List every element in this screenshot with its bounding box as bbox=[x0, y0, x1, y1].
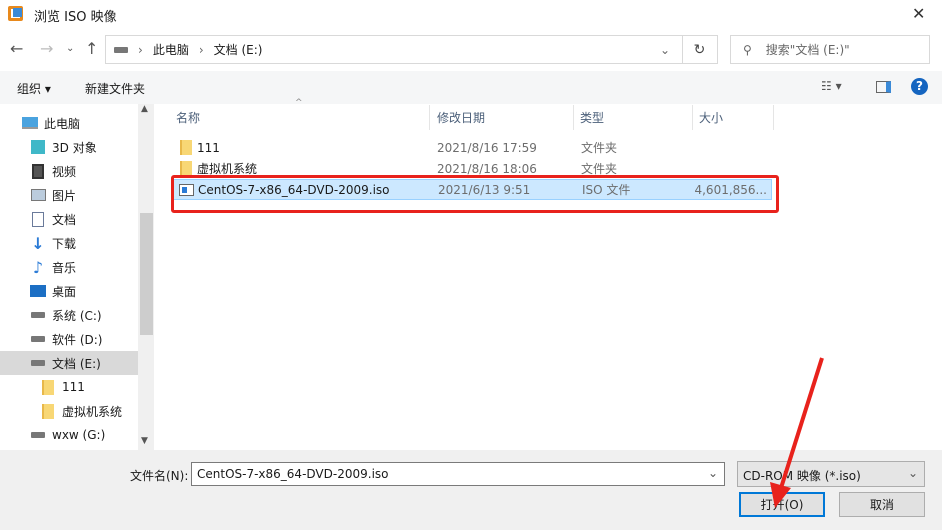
red-arrow-annotation bbox=[770, 357, 824, 508]
